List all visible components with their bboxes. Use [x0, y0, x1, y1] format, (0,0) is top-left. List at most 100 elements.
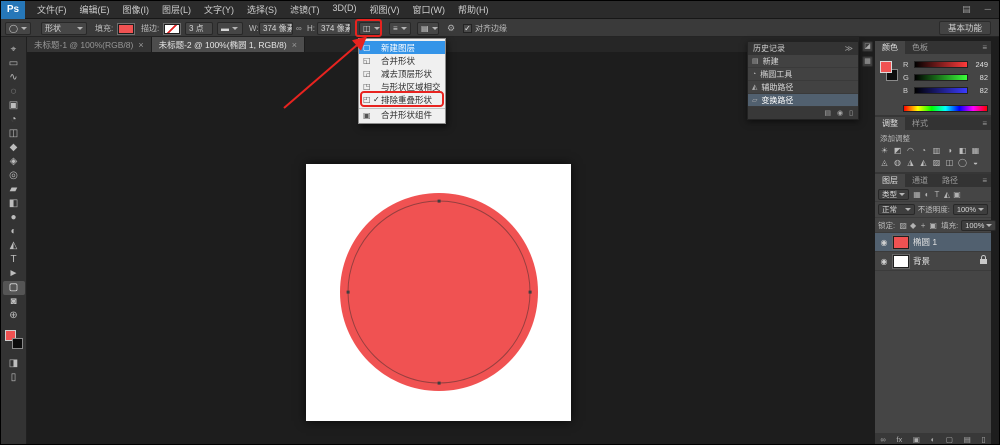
dodge-tool[interactable]: ◐ [3, 225, 25, 239]
gradient-tool[interactable]: ◧ [3, 197, 25, 211]
shape-tool[interactable]: ▢ [3, 281, 25, 295]
path-operations-button[interactable]: ◫ [359, 22, 381, 35]
history-state[interactable]: ◔ 椭圆工具 [748, 68, 858, 81]
history-state[interactable]: ▱ 变换路径 [748, 94, 858, 107]
adjustment-layer-icon[interactable]: ◐ [931, 435, 936, 444]
menu-item-subtract-front-shape[interactable]: ◲ 减去顶层形状 [359, 67, 445, 80]
color-spectrum-ramp[interactable] [903, 105, 988, 112]
menubar-item[interactable]: 3D(D) [333, 3, 357, 16]
red-ellipse-shape[interactable] [340, 193, 538, 391]
clone-stamp-tool[interactable]: ◈ [3, 155, 25, 169]
channel-slider[interactable] [914, 61, 968, 68]
adjustment-icon[interactable]: ◭ [917, 157, 930, 169]
adjustment-icon[interactable]: ◩ [891, 145, 904, 157]
anchor-point-bottom[interactable] [438, 382, 441, 385]
blur-tool[interactable]: ● [3, 211, 25, 225]
adjustment-icon[interactable]: ◑ [943, 145, 956, 157]
filter-type-layers-icon[interactable]: T [932, 190, 942, 199]
marquee-tool[interactable]: ▭ [3, 57, 25, 71]
link-dimensions-icon[interactable]: ∞ [296, 24, 302, 33]
menubar-item[interactable]: 选择(S) [247, 3, 277, 16]
filter-adjustment-layers-icon[interactable]: ◐ [922, 190, 932, 199]
layer-filter-dropdown[interactable]: 类型 [878, 189, 909, 200]
layer-thumbnail[interactable] [893, 236, 909, 249]
gear-icon[interactable]: ⚙ [447, 23, 455, 34]
menubar-item[interactable]: 文字(Y) [204, 3, 234, 16]
visibility-eye-icon[interactable]: ◉ [879, 257, 889, 266]
panel-menu-icon[interactable]: ≡ [982, 43, 987, 52]
adjustment-icon[interactable]: ◬ [878, 157, 891, 169]
visibility-eye-icon[interactable]: ◉ [879, 238, 889, 247]
path-selection-tool[interactable]: ► [3, 267, 25, 281]
quick-selection-tool[interactable]: ◌ [3, 85, 25, 99]
layer-row-ellipse-1[interactable]: ◉ 椭圆 1 [875, 233, 991, 252]
screen-mode-icon[interactable]: ▯ [3, 371, 25, 385]
lasso-tool[interactable]: ∿ [3, 71, 25, 85]
foreground-color-swatch[interactable] [880, 61, 892, 73]
channel-slider[interactable] [914, 74, 968, 81]
stroke-width-field[interactable]: 3 点 [185, 22, 213, 35]
menu-item-intersect-shape-areas[interactable]: ◳ 与形状区域相交 [359, 80, 445, 93]
type-tool[interactable]: T [3, 253, 25, 267]
stroke-style-dropdown[interactable]: ▬ [217, 22, 243, 35]
eraser-tool[interactable]: ▰ [3, 183, 25, 197]
brush-tool[interactable]: ◆ [3, 141, 25, 155]
menubar-item[interactable]: 视图(V) [370, 3, 400, 16]
adjustment-icon[interactable]: ◒ [969, 157, 982, 169]
history-state[interactable]: ◭ 辅助路径 [748, 81, 858, 94]
quick-mask-icon[interactable]: ◨ [3, 357, 25, 371]
adjustment-icon[interactable]: ◍ [891, 157, 904, 169]
menubar-item[interactable]: 文件(F) [37, 3, 67, 16]
tab-swatches[interactable]: 色板 [905, 41, 935, 54]
filter-smart-objects-icon[interactable]: ▣ [952, 190, 962, 199]
panel-menu-icon[interactable]: ≡ [982, 119, 987, 128]
channel-value[interactable]: 82 [971, 86, 988, 95]
minimize-icon[interactable]: ─ [985, 4, 991, 15]
hand-tool[interactable]: ◙ [3, 295, 25, 309]
eyedropper-tool[interactable]: ◔ [3, 113, 25, 127]
collapsed-info-panel-icon[interactable]: ▦ [862, 56, 873, 67]
menubar-item[interactable]: 编辑(E) [80, 3, 110, 16]
delete-state-icon[interactable]: ▯ [849, 109, 853, 117]
channel-slider[interactable] [914, 87, 968, 94]
menubar-item[interactable]: 窗口(W) [413, 3, 446, 16]
channel-value[interactable]: 249 [971, 60, 988, 69]
channel-value[interactable]: 82 [971, 73, 988, 82]
crop-tool[interactable]: ▣ [3, 99, 25, 113]
new-layer-icon[interactable]: ▤ [964, 435, 971, 444]
menu-item-new-layer[interactable]: ▢ 新建图层 [359, 41, 445, 54]
layer-mask-icon[interactable]: ▣ [913, 435, 920, 444]
layer-style-icon[interactable]: fx [896, 435, 902, 444]
document-tab-2[interactable]: 未标题-2 @ 100%(椭圆 1, RGB/8) × [152, 37, 305, 52]
healing-brush-tool[interactable]: ◫ [3, 127, 25, 141]
menubar-item[interactable]: 滤镜(T) [290, 3, 320, 16]
zoom-tool[interactable]: ⊕ [3, 309, 25, 323]
anchor-point-right[interactable] [529, 291, 532, 294]
menu-item-combine-shapes[interactable]: ◱ 合并形状 [359, 54, 445, 67]
background-color-swatch[interactable] [12, 338, 23, 349]
layer-row-background[interactable]: ◉ 背景 [875, 252, 991, 271]
document-tab-1[interactable]: 未标题-1 @ 100%(RGB/8) × [27, 37, 152, 52]
delete-layer-icon[interactable]: ▯ [981, 435, 985, 444]
fill-color-swatch[interactable] [118, 24, 134, 34]
menu-item-exclude-overlapping-shapes[interactable]: ◰ ✓ 排除重叠形状 [359, 93, 445, 106]
collapsed-properties-panel-icon[interactable]: ◪ [862, 41, 873, 52]
adjustment-icon[interactable]: ▦ [969, 145, 982, 157]
shape-width-field[interactable]: 374 像素 [259, 22, 293, 35]
lock-all-icon[interactable]: ▣ [928, 221, 938, 230]
menu-item-merge-shape-components[interactable]: ▣ 合并形状组件 [359, 108, 445, 121]
opacity-field[interactable]: 100% [953, 204, 988, 215]
move-tool[interactable]: ⌖ [3, 43, 25, 57]
adjustment-icon[interactable]: ◫ [943, 157, 956, 169]
canvas-artboard[interactable] [306, 164, 571, 421]
link-layers-icon[interactable]: ∞ [880, 435, 885, 444]
anchor-point-left[interactable] [347, 291, 350, 294]
lock-image-pixels-icon[interactable]: ◆ [908, 221, 918, 230]
tab-styles[interactable]: 样式 [905, 117, 935, 130]
stroke-color-swatch[interactable] [164, 24, 180, 34]
tab-paths[interactable]: 路径 [935, 174, 965, 187]
adjustment-icon[interactable]: ◠ [904, 145, 917, 157]
adjustment-icon[interactable]: ☀ [878, 145, 891, 157]
new-snapshot-icon[interactable]: ◉ [837, 109, 843, 117]
history-state[interactable]: ▤ 新建 [748, 55, 858, 68]
